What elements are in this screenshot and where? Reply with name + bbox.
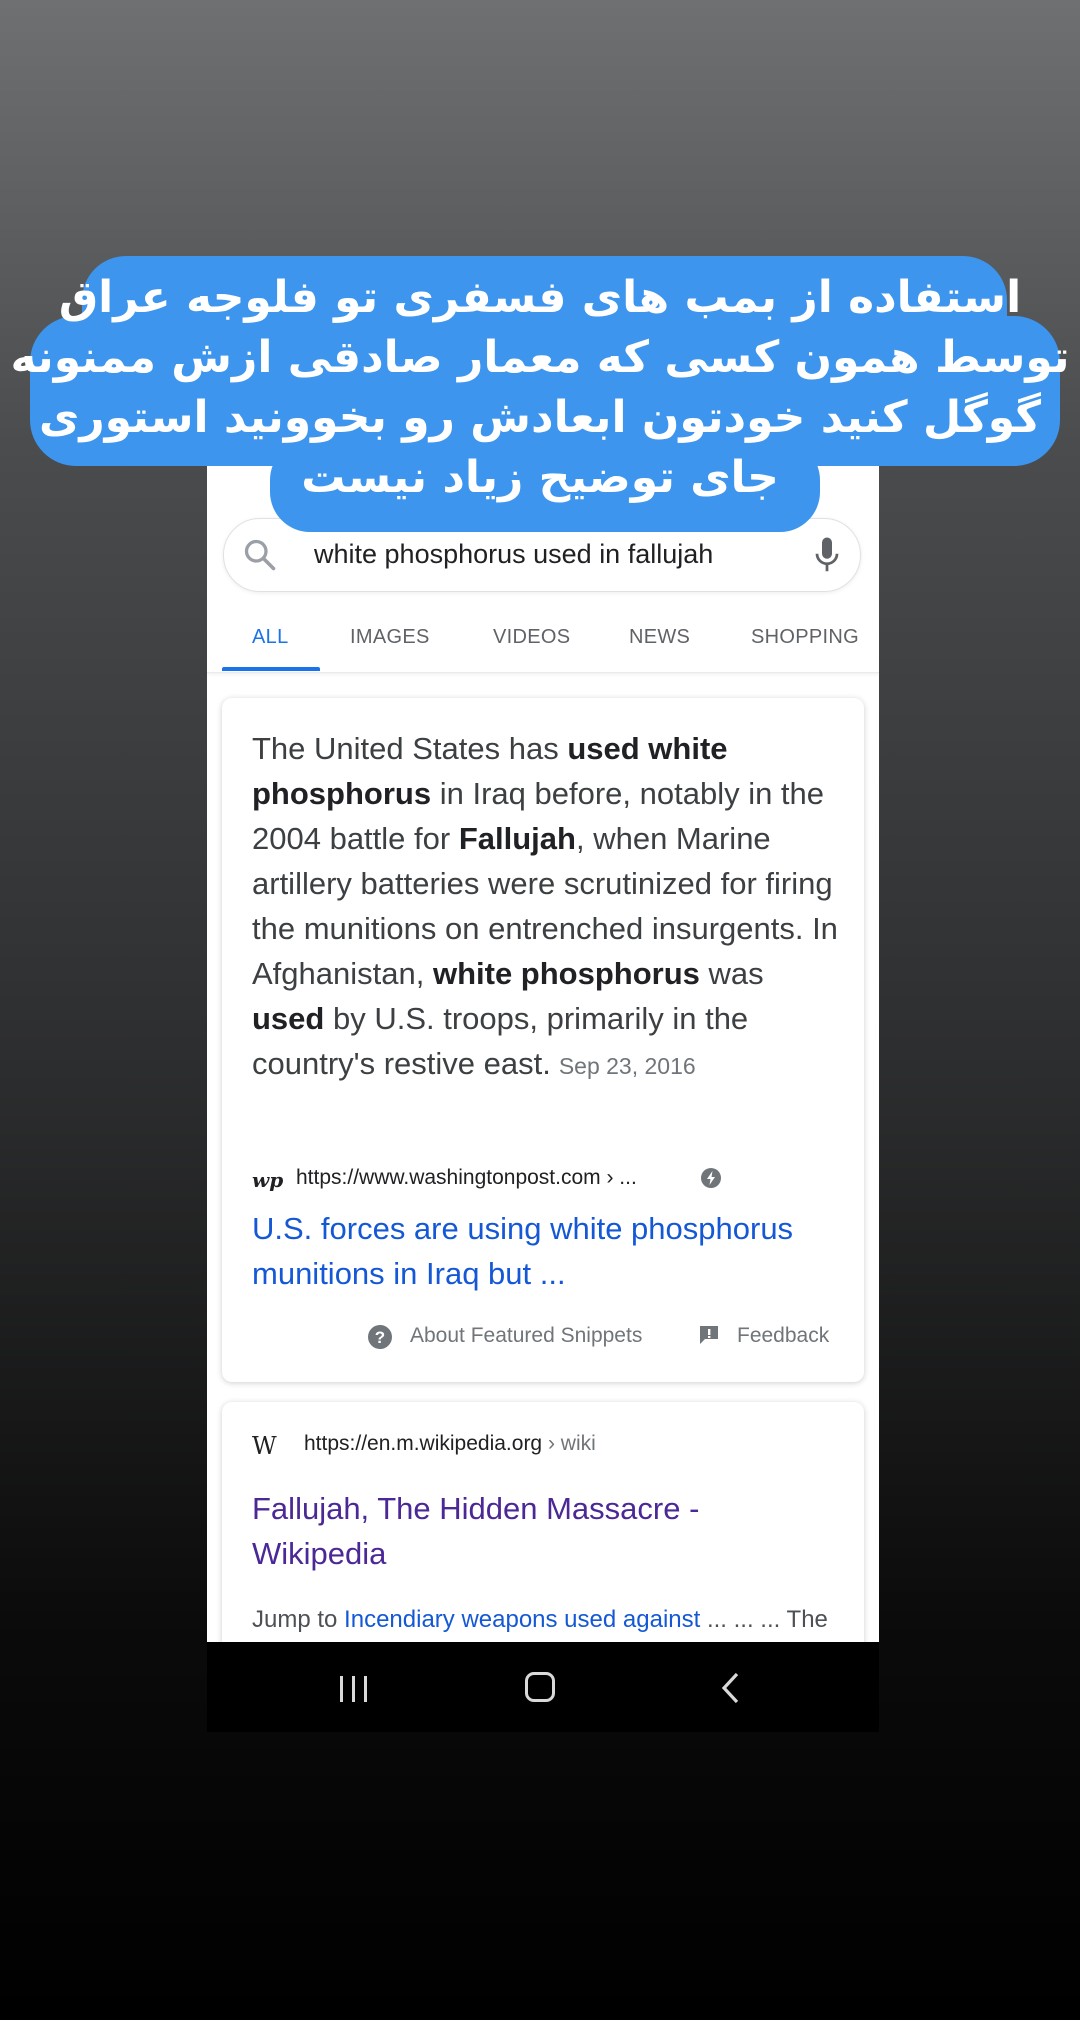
snippet-segment-bold: Fallujah xyxy=(458,821,576,856)
wiki-jump-link[interactable]: Incendiary weapons used against xyxy=(344,1606,700,1633)
wiki-url-path: › wiki xyxy=(542,1432,596,1455)
help-icon[interactable]: ? xyxy=(367,1324,393,1350)
tab-videos[interactable]: VIDEOS xyxy=(493,626,570,649)
featured-snippet-card: The United States has used white phospho… xyxy=(222,698,864,1382)
washington-post-logo: wp xyxy=(252,1168,284,1192)
snippet-segment: The United States has xyxy=(252,731,568,766)
featured-snippet-text: The United States has used white phospho… xyxy=(252,726,842,1089)
amp-bolt-icon xyxy=(701,1168,721,1188)
caption-line: جای توضیح زیاد نیست xyxy=(301,452,779,503)
wiki-source-url[interactable]: https://en.m.wikipedia.org › wiki xyxy=(304,1432,596,1456)
feedback-icon[interactable] xyxy=(698,1324,720,1346)
wiki-url-domain: https://en.m.wikipedia.org xyxy=(304,1432,543,1455)
caption-line: گوگل کنید خودتون ابعادش رو بخوونید استور… xyxy=(39,392,1041,443)
caption-line: توسط همون کسی که معمار صادقی ازش ممنونه xyxy=(10,332,1070,383)
tab-shopping[interactable]: SHOPPING xyxy=(751,626,859,649)
recent-apps-icon[interactable] xyxy=(337,1676,371,1702)
tab-all[interactable]: ALL xyxy=(252,626,289,649)
search-icon[interactable] xyxy=(242,537,278,573)
phone-screen: white phosphorus used in fallujah ALL IM… xyxy=(207,462,879,1732)
android-nav-bar xyxy=(207,1642,879,1732)
wikipedia-logo: W xyxy=(252,1432,277,1460)
wiki-result-link[interactable]: Fallujah, The Hidden Massacre - Wikipedi… xyxy=(252,1486,842,1576)
back-icon[interactable] xyxy=(719,1672,741,1704)
snippet-footer: ? About Featured Snippets Feedback xyxy=(222,1318,864,1358)
search-tabs: ALL IMAGES VIDEOS NEWS SHOPPING xyxy=(207,600,879,673)
home-icon[interactable] xyxy=(525,1672,555,1702)
snippet-segment-bold: used xyxy=(252,1001,325,1036)
snippet-date: Sep 23, 2016 xyxy=(558,1053,696,1079)
snippet-segment: was xyxy=(699,956,764,991)
active-tab-indicator xyxy=(222,667,320,671)
search-input[interactable]: white phosphorus used in fallujah xyxy=(314,539,713,570)
snippet-result-link[interactable]: U.S. forces are using white phosphorus m… xyxy=(252,1206,842,1296)
wiki-jump-prefix: Jump to xyxy=(252,1606,345,1633)
tab-images[interactable]: IMAGES xyxy=(350,626,430,649)
snippet-segment-bold: white phosphorus xyxy=(432,956,700,991)
about-featured-snippets-link[interactable]: About Featured Snippets xyxy=(410,1324,642,1348)
svg-text:?: ? xyxy=(375,1328,385,1347)
feedback-link[interactable]: Feedback xyxy=(737,1324,829,1348)
caption-line: استفاده از بمب های فسفری تو فلوجه عراق xyxy=(58,272,1022,323)
snippet-source-url[interactable]: https://www.washingtonpost.com › ... xyxy=(296,1166,637,1190)
tab-news[interactable]: NEWS xyxy=(629,626,690,649)
mic-icon[interactable] xyxy=(812,535,842,575)
story-caption: استفاده از بمب های فسفری تو فلوجه عراق ت… xyxy=(0,0,1080,540)
